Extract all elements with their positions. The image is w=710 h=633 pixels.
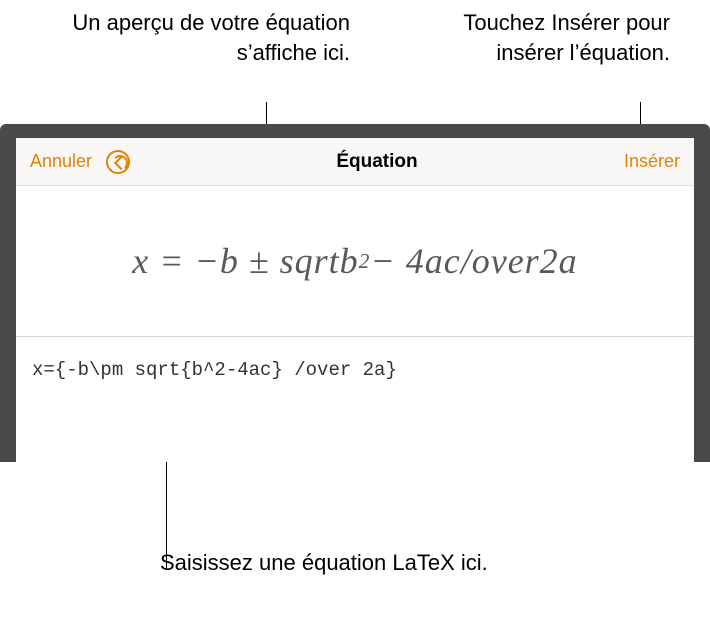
equation-editor-screen: Annuler Équation Insérer x = −b ± sqrtb2…	[16, 138, 694, 462]
callout-preview: Un aperçu de votre équation s’affiche ic…	[70, 8, 350, 110]
callout-insert: Touchez Insérer pour insérer l’équation.	[430, 8, 670, 110]
callout-latex: Saisissez une équation LaTeX ici.	[160, 550, 680, 576]
device-frame: Annuler Équation Insérer x = −b ± sqrtb2…	[0, 124, 710, 462]
toolbar: Annuler Équation Insérer	[16, 138, 694, 186]
insert-button[interactable]: Insérer	[624, 151, 680, 172]
page-title: Équation	[336, 151, 417, 173]
cancel-button[interactable]: Annuler	[30, 151, 92, 172]
latex-input[interactable]: x={-b\pm sqrt{b^2-4ac} /over 2a}	[16, 336, 694, 446]
undo-icon[interactable]	[106, 150, 130, 174]
equation-preview: x = −b ± sqrtb2 − 4ac/over2a	[16, 186, 694, 336]
